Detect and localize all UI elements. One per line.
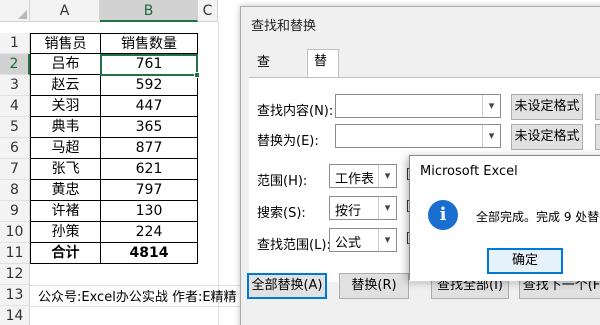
table-cell-name[interactable]: 典韦: [30, 117, 101, 138]
tab-find[interactable]: 查找(D): [251, 51, 283, 118]
column-header-c[interactable]: C: [198, 0, 218, 22]
table-cell-name[interactable]: 张飞: [30, 159, 101, 180]
fill-handle[interactable]: [194, 72, 200, 78]
chevron-down-icon[interactable]: ▾: [378, 229, 396, 251]
search-value: 按行: [335, 204, 362, 219]
table-cell-name[interactable]: 吕布: [30, 54, 101, 75]
chevron-down-icon[interactable]: ▾: [378, 197, 396, 219]
replace-with-input[interactable]: ▾: [335, 124, 501, 148]
replace-format-options-button[interactable]: [595, 124, 600, 150]
row-header-6[interactable]: 6: [0, 138, 30, 159]
spreadsheet-grid[interactable]: A B C 1 2 3 4 5 6 7 8 9 10 11 12 13 14 销…: [0, 0, 260, 325]
column-header-b[interactable]: B: [100, 0, 198, 22]
within-value: 工作表: [335, 172, 375, 187]
row-header-10[interactable]: 10: [0, 222, 30, 243]
look-in-select[interactable]: 公式 ▾: [329, 228, 397, 252]
table-cell-quantity[interactable]: 130: [101, 201, 198, 222]
table-cell-quantity[interactable]: 621: [101, 159, 198, 180]
look-in-label: 查找范围(L):: [257, 238, 331, 253]
tab-replace[interactable]: 替换(P): [307, 49, 339, 117]
search-select[interactable]: 按行 ▾: [329, 196, 397, 220]
table-cell-name[interactable]: 赵云: [30, 75, 101, 96]
row-header-13[interactable]: 13: [0, 285, 30, 306]
credit-note[interactable]: 公众号:Excel办公实战 作者:E精精: [38, 286, 237, 305]
row-header-11[interactable]: 11: [0, 243, 30, 264]
total-value-cell[interactable]: 4814: [101, 243, 198, 264]
table-cell-quantity[interactable]: 447: [101, 96, 198, 117]
table-cell-name[interactable]: 孙策: [30, 222, 101, 243]
replace-with-label: 替换为(E):: [257, 134, 319, 149]
look-in-value: 公式: [335, 236, 362, 251]
replace-format-button[interactable]: 未设定格式: [511, 124, 583, 150]
completion-message-box: Microsoft Excel i 全部完成。完成 9 处替换。 确定: [409, 155, 600, 281]
replace-all-button[interactable]: 全部替换(A): [247, 273, 327, 299]
replace-button[interactable]: 替换(R): [339, 273, 409, 299]
header-cell-salesperson[interactable]: 销售员: [30, 33, 101, 54]
find-what-input[interactable]: ▾: [335, 94, 501, 118]
message-text: 全部完成。完成 9 处替换。: [476, 210, 600, 224]
row-header-14[interactable]: 14: [0, 306, 30, 325]
gridline: [30, 306, 240, 307]
within-select[interactable]: 工作表 ▾: [329, 164, 397, 188]
message-title: Microsoft Excel: [420, 164, 518, 179]
find-what-label: 查找内容(N):: [257, 104, 334, 119]
chevron-down-icon[interactable]: ▾: [378, 165, 396, 187]
table-cell-name[interactable]: 马超: [30, 138, 101, 159]
row-header-3[interactable]: 3: [0, 75, 30, 96]
dialog-title: 查找和替换: [251, 19, 317, 34]
table-cell-name[interactable]: 关羽: [30, 96, 101, 117]
active-cell-outline: [100, 54, 198, 76]
find-format-options-button[interactable]: [595, 94, 600, 120]
header-cell-quantity[interactable]: 销售数量: [101, 33, 198, 54]
row-header-4[interactable]: 4: [0, 96, 30, 117]
ok-button[interactable]: 确定: [487, 248, 563, 274]
table-cell-name[interactable]: 许褚: [30, 201, 101, 222]
gridline: [218, 22, 219, 325]
column-header-a[interactable]: A: [30, 0, 100, 22]
info-icon: i: [428, 200, 458, 230]
within-label: 范围(H):: [257, 174, 308, 189]
table-cell-quantity[interactable]: 797: [101, 180, 198, 201]
table-cell-quantity[interactable]: 365: [101, 117, 198, 138]
find-format-button[interactable]: 未设定格式: [511, 94, 583, 120]
row-header-9[interactable]: 9: [0, 201, 30, 222]
table-cell-quantity[interactable]: 592: [101, 75, 198, 96]
message-body: i 全部完成。完成 9 处替换。 确定: [410, 186, 600, 281]
search-label: 搜索(S):: [257, 206, 306, 221]
chevron-down-icon[interactable]: ▾: [482, 125, 500, 147]
chevron-down-icon[interactable]: ▾: [482, 95, 500, 117]
total-label-cell[interactable]: 合计: [30, 243, 101, 264]
table-cell-quantity[interactable]: 224: [101, 222, 198, 243]
row-header-8[interactable]: 8: [0, 180, 30, 201]
row-header-5[interactable]: 5: [0, 117, 30, 138]
row-header-1[interactable]: 1: [0, 33, 30, 54]
table-cell-quantity[interactable]: 877: [101, 138, 198, 159]
select-all-corner[interactable]: [0, 0, 30, 22]
table-cell-name[interactable]: 黄忠: [30, 180, 101, 201]
row-header-7[interactable]: 7: [0, 159, 30, 180]
row-header-2[interactable]: 2: [0, 54, 30, 75]
row-header-12[interactable]: 12: [0, 264, 30, 285]
